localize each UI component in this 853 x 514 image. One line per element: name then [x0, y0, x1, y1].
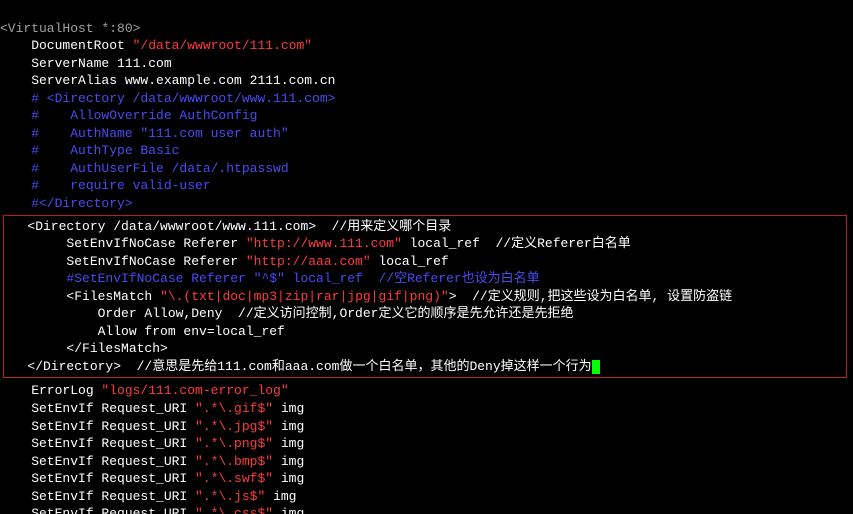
directive-order: Order Allow,Deny — [4, 306, 222, 321]
directive-setenvif-1: SetEnvIfNoCase Referer — [4, 236, 246, 251]
string-referer-2: "http://aaa.com" — [246, 254, 371, 269]
tag-directory-close: </Directory> — [4, 359, 121, 374]
string-png-regex: ".*\.png$" — [195, 436, 273, 451]
comment-empty-referer: #SetEnvIfNoCase Referer "^$" local_ref /… — [4, 271, 540, 286]
directive-setenvif-bmp: SetEnvIf Request_URI — [0, 454, 195, 469]
comment-cn-order: //定义访问控制,Order定义它的顺序是先允许还是先拒绝 — [222, 306, 573, 321]
tag-directory-open: <Directory /data/wwwroot/www.111.com> — [4, 219, 316, 234]
arg-img-jpg: img — [273, 419, 304, 434]
string-errorlog: "logs/111.com-error_log" — [101, 383, 288, 398]
comment-directory-close: #</Directory> — [0, 196, 133, 211]
string-jpg-regex: ".*\.jpg$" — [195, 419, 273, 434]
directive-setenvif-gif: SetEnvIf Request_URI — [0, 401, 195, 416]
arg-img-swf: img — [273, 471, 304, 486]
comment-cn-referer-1: //定义Referer白名单 — [480, 236, 631, 251]
string-css-regex: ".*\.css$" — [195, 506, 273, 514]
code-block: <VirtualHost *:80> DocumentRoot "/data/w… — [0, 0, 853, 514]
string-js-regex: ".*\.js$" — [195, 489, 265, 504]
arg-localref-2: local_ref — [371, 254, 449, 269]
directive-setenvif-swf: SetEnvIf Request_URI — [0, 471, 195, 486]
comment-authuserfile: # AuthUserFile /data/.htpasswd — [0, 161, 289, 176]
comment-allowoverride: # AllowOverride AuthConfig — [0, 108, 257, 123]
comment-cn-rules: //定义规则,把这些设为白名单, 设置防盗链 — [457, 289, 733, 304]
comment-cn-directory: //用来定义哪个目录 — [316, 219, 451, 234]
arg-localref-1: local_ref — [402, 236, 480, 251]
directive-servername: ServerName 111.com — [0, 56, 172, 71]
directive-setenvif-js: SetEnvIf Request_URI — [0, 489, 195, 504]
string-docroot: "/data/wwwroot/111.com" — [133, 38, 312, 53]
arg-img-js: img — [265, 489, 296, 504]
directive-allow: Allow from env=local_ref — [4, 324, 285, 339]
arg-img-gif: img — [273, 401, 304, 416]
directive-setenvif-png: SetEnvIf Request_URI — [0, 436, 195, 451]
arg-img-bmp: img — [273, 454, 304, 469]
comment-authtype: # AuthType Basic — [0, 143, 179, 158]
string-bmp-regex: ".*\.bmp$" — [195, 454, 273, 469]
comment-cn-summary: //意思是先给111.com和aaa.com做一个白名单，其他的Deny掉这样一… — [121, 359, 592, 374]
comment-authname: # AuthName "111.com user auth" — [0, 126, 289, 141]
string-filesmatch-regex: "\.(txt|doc|mp3|zip|rar|jpg|gif|png)" — [160, 289, 449, 304]
directive-setenvif-css: SetEnvIf Request_URI — [0, 506, 195, 514]
comment-directory-open: # <Directory /data/wwwroot/www.111.com> — [0, 91, 335, 106]
string-swf-regex: ".*\.swf$" — [195, 471, 273, 486]
tag-filesmatch-gt: > — [449, 289, 457, 304]
tag-filesmatch-open: <FilesMatch — [4, 289, 160, 304]
directive-documentroot: DocumentRoot — [0, 38, 133, 53]
string-referer-1: "http://www.111.com" — [246, 236, 402, 251]
comment-require: # require valid-user — [0, 178, 211, 193]
arg-img-png: img — [273, 436, 304, 451]
directive-setenvif-jpg: SetEnvIf Request_URI — [0, 419, 195, 434]
directive-serveralias: ServerAlias www.example.com 2111.com.cn — [0, 73, 335, 88]
text-cursor — [592, 360, 600, 374]
arg-img-css: img — [273, 506, 304, 514]
string-gif-regex: ".*\.gif$" — [195, 401, 273, 416]
directive-setenvif-2: SetEnvIfNoCase Referer — [4, 254, 246, 269]
highlight-box: <Directory /data/wwwroot/www.111.com> //… — [3, 215, 847, 379]
tag-filesmatch-close: </FilesMatch> — [4, 341, 168, 356]
tag-virtualhost-open: <VirtualHost *:80> — [0, 21, 140, 36]
directive-errorlog: ErrorLog — [0, 383, 101, 398]
